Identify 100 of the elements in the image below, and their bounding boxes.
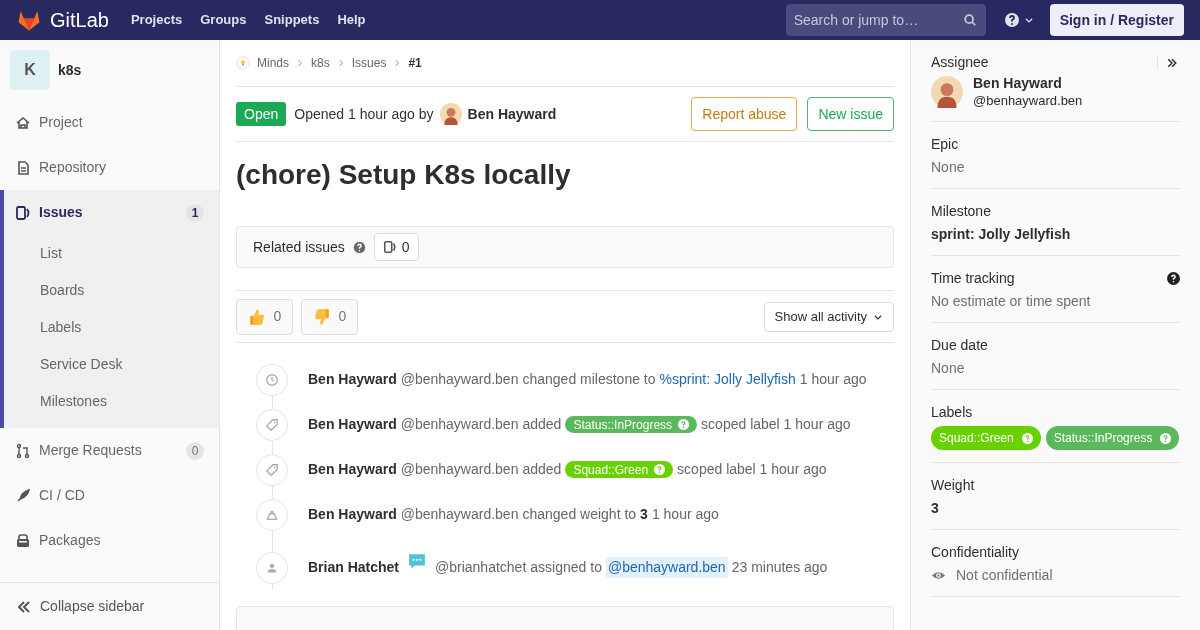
clock-icon — [265, 372, 279, 387]
section-title: Epic — [931, 135, 960, 153]
sidebar-subitem[interactable]: List — [4, 235, 219, 272]
author-link[interactable]: Ben Hayward — [308, 459, 397, 480]
activity-filter-dropdown[interactable]: Show all activity — [763, 301, 894, 332]
assignee-name[interactable]: Ben Hayward — [973, 75, 1083, 92]
author-handle: @benhayward.ben — [400, 505, 519, 524]
chevron-right-icon — [296, 59, 304, 67]
event-text: 1 hour ago — [651, 505, 719, 524]
package-icon — [15, 532, 31, 549]
help-icon — [1160, 432, 1172, 444]
double-chevron-right-icon — [1166, 56, 1178, 69]
author-handle: @benhayward.ben — [400, 415, 519, 434]
help-menu-button[interactable] — [1003, 12, 1034, 28]
section-title: Assignee — [931, 53, 990, 72]
breadcrumb-link[interactable]: #1 — [408, 54, 422, 72]
breadcrumb-link[interactable]: Issues — [351, 54, 387, 72]
sidebar-item[interactable]: Issues 1 — [4, 190, 219, 235]
thumbs-up-icon — [247, 307, 266, 326]
thumbs-down-icon — [312, 307, 331, 326]
nav-link[interactable]: Help — [337, 10, 366, 30]
help-icon — [654, 464, 666, 475]
nav-link[interactable]: Projects — [130, 10, 183, 30]
author-link[interactable]: Ben Hayward — [308, 414, 397, 435]
author-link[interactable]: Brian Hatchet — [308, 557, 400, 578]
related-count: 0 — [373, 233, 419, 261]
help-icon — [1167, 271, 1180, 285]
section-title: Confidentiality — [931, 543, 1020, 561]
event-text: 1 hour ago — [799, 370, 867, 389]
milestone-link[interactable]: %sprint: Jolly Jellyfish — [659, 369, 796, 390]
event-text: 23 minutes ago — [731, 558, 828, 577]
sidebar-subitem[interactable]: Labels — [4, 309, 219, 346]
report-abuse-button[interactable]: Report abuse — [691, 97, 798, 131]
project-avatar: K — [10, 50, 50, 90]
section-title: Milestone — [931, 202, 992, 220]
chat-badge-icon — [407, 552, 428, 571]
section-value: None — [931, 359, 966, 377]
sidebar-subitem[interactable]: Boards — [4, 272, 219, 309]
tag-icon — [265, 417, 279, 432]
opened-text: Opened 1 hour ago by — [294, 104, 434, 124]
section-title: Labels — [931, 403, 974, 421]
section-value: No estimate or time spent — [931, 292, 1092, 310]
event-text: scoped label 1 hour ago — [701, 415, 851, 434]
author-link[interactable]: Ben Hayward — [467, 103, 557, 125]
user-mention-link[interactable]: @benhayward.ben — [605, 557, 728, 578]
new-issue-button[interactable]: New issue — [807, 97, 894, 131]
search-field[interactable]: Search or jump to… — [785, 4, 986, 36]
nav-link[interactable]: Groups — [200, 10, 247, 30]
help-icon — [1003, 12, 1020, 28]
section-value: sprint: Jolly Jellyfish — [931, 225, 1072, 243]
section-title: Time tracking — [931, 269, 1016, 287]
document-icon — [15, 159, 31, 176]
sidebar-item[interactable]: Project — [0, 100, 219, 145]
chevron-right-icon — [393, 59, 402, 67]
double-chevron-left-icon — [16, 598, 32, 615]
section-title: Due date — [931, 336, 989, 354]
merge-icon — [15, 442, 31, 459]
author-link[interactable]: Ben Hayward — [308, 504, 397, 525]
project-name[interactable]: k8s — [58, 59, 82, 81]
tag-icon — [265, 462, 279, 477]
issue-title: (chore) Setup K8s locally — [236, 158, 572, 192]
help-icon — [678, 419, 690, 430]
sidebar-subitem[interactable]: Service Desk — [4, 346, 219, 383]
sign-in-button[interactable]: Sign in / Register — [1049, 4, 1184, 36]
count-badge: 1 — [186, 203, 204, 222]
home-icon — [15, 114, 31, 131]
breadcrumb-link[interactable]: Minds — [257, 54, 289, 72]
search-icon — [962, 13, 977, 27]
event-text: changed weight to — [522, 505, 637, 524]
breadcrumb-link[interactable]: k8s — [311, 54, 330, 72]
event-text: added — [522, 415, 562, 434]
sidebar-item[interactable]: Merge Requests 0 — [0, 428, 219, 473]
section-label: Related issues — [253, 237, 345, 257]
issues-icon — [15, 204, 31, 221]
author-handle: @benhayward.ben — [400, 460, 519, 479]
collapse-sidebar-button[interactable]: Collapse sidebar — [0, 582, 219, 630]
sidebar-item[interactable]: Packages — [0, 518, 219, 563]
section-title: Weight — [931, 476, 976, 494]
sidebar-item[interactable]: CI / CD — [0, 473, 219, 518]
event-text: assigned to — [530, 558, 602, 577]
assignee-handle: @benhayward.ben — [973, 92, 1083, 109]
group-avatar-icon — [236, 56, 250, 70]
help-icon — [1021, 432, 1033, 444]
issues-icon — [382, 240, 397, 254]
status-badge: Open — [236, 102, 287, 126]
count-badge: 0 — [186, 441, 204, 460]
section-value: Not confidential — [956, 566, 1053, 584]
author-handle: @benhayward.ben — [400, 370, 519, 389]
brand-name: GitLab — [50, 8, 109, 33]
event-text: changed milestone to — [522, 370, 656, 389]
avatar — [931, 76, 963, 108]
section-value: 3 — [931, 499, 940, 517]
event-text: scoped label 1 hour ago — [677, 460, 827, 479]
nav-link[interactable]: Snippets — [264, 10, 320, 30]
author-link[interactable]: Ben Hayward — [308, 369, 397, 390]
reaction-button[interactable]: 0 — [301, 298, 358, 335]
reaction-button[interactable]: 0 — [236, 298, 293, 335]
sidebar-item[interactable]: Repository — [0, 145, 219, 190]
event-text: added — [522, 460, 562, 479]
sidebar-subitem[interactable]: Milestones — [4, 383, 219, 420]
